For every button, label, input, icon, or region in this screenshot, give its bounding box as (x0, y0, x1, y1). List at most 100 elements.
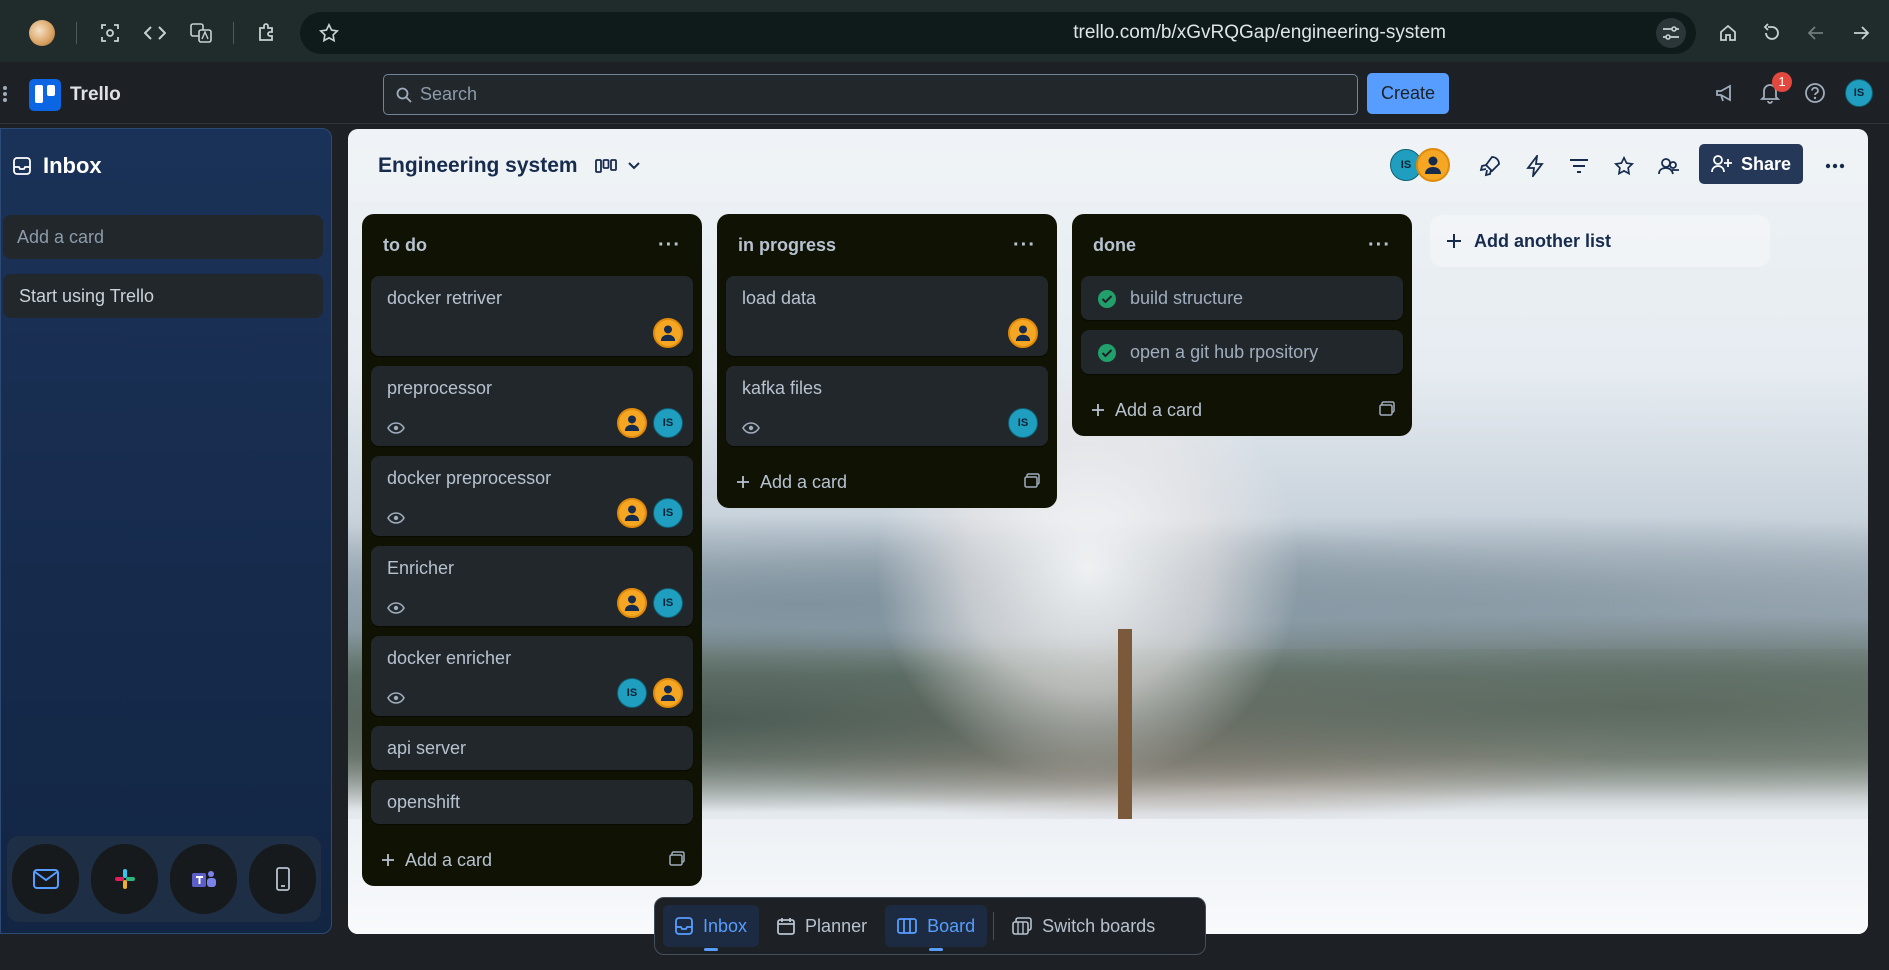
add-card-button[interactable]: Add a card (371, 834, 693, 886)
card[interactable]: docker enricher IS (371, 636, 693, 716)
board-members[interactable]: IS (1390, 148, 1450, 182)
code-icon[interactable] (139, 17, 171, 49)
address-bar[interactable]: trello.com/b/xGvRQGap/engineering-system (300, 12, 1696, 54)
mobile-app-button[interactable] (249, 844, 316, 914)
card-members: IS (617, 498, 683, 528)
switch-boards-button[interactable]: Switch boards (1000, 905, 1167, 947)
list-menu-icon[interactable]: ··· (1013, 234, 1036, 257)
calendar-icon (777, 918, 795, 935)
board-view-switcher[interactable] (588, 151, 648, 181)
card[interactable]: build structure (1081, 276, 1403, 320)
chevron-down-icon (628, 162, 640, 170)
list-in-progress: in progress ··· load data kafka files IS… (717, 214, 1057, 508)
person-icon (617, 588, 647, 618)
list-title[interactable]: in progress (738, 235, 836, 256)
add-card-button[interactable]: Add a card (726, 456, 1048, 508)
person-icon (1008, 318, 1038, 348)
forward-icon[interactable] (1845, 17, 1877, 49)
card-title: load data (742, 288, 817, 308)
url-text[interactable]: trello.com/b/xGvRQGap/engineering-system (1073, 22, 1446, 44)
reload-icon[interactable] (1756, 17, 1788, 49)
card[interactable]: preprocessor IS (371, 366, 693, 446)
search-icon (396, 87, 412, 103)
list-title[interactable]: done (1093, 235, 1136, 256)
card[interactable]: open a git hub rpository (1081, 330, 1403, 374)
checkmark-icon[interactable] (1097, 289, 1117, 309)
template-icon[interactable] (1024, 473, 1040, 489)
list-done: done ··· build structure open a git hub … (1072, 214, 1412, 436)
email-app-button[interactable] (12, 844, 79, 914)
list-menu-icon[interactable]: ··· (658, 234, 681, 257)
bar-divider (993, 912, 995, 940)
create-button[interactable]: Create (1367, 73, 1449, 114)
add-list-button[interactable]: Add another list (1430, 215, 1770, 267)
back-icon[interactable] (1800, 17, 1832, 49)
avatar: IS (1008, 408, 1038, 438)
home-icon[interactable] (1712, 17, 1744, 49)
screenshot-icon[interactable] (94, 17, 126, 49)
card[interactable]: Enricher IS (371, 546, 693, 626)
card-title: api server (387, 738, 467, 758)
board-title[interactable]: Engineering system (378, 154, 578, 178)
board-canvas: Engineering system IS Share to do ··· do… (348, 129, 1868, 934)
app-name: Trello (70, 84, 121, 105)
notification-badge: 1 (1772, 72, 1792, 92)
list-header[interactable]: to do ··· (371, 214, 693, 276)
board-header: Engineering system IS Share (348, 129, 1868, 201)
list-menu-icon[interactable]: ··· (1368, 234, 1391, 257)
star-board-icon[interactable] (1609, 151, 1639, 181)
toolbar-divider (76, 22, 77, 44)
card[interactable]: kafka files IS (726, 366, 1048, 446)
card[interactable]: api server (371, 726, 693, 770)
extensions-icon[interactable] (251, 17, 283, 49)
app-switcher-icon[interactable] (2, 84, 10, 104)
add-card-button[interactable]: Add a card (1081, 384, 1403, 436)
switch-boards-icon (1012, 917, 1032, 935)
search-box[interactable] (383, 74, 1358, 115)
visibility-icon[interactable] (1654, 151, 1684, 181)
translate-icon[interactable] (185, 17, 217, 49)
share-button[interactable]: Share (1699, 144, 1803, 184)
help-icon[interactable] (1800, 78, 1830, 108)
power-ups-icon[interactable] (1475, 151, 1505, 181)
card[interactable]: docker preprocessor IS (371, 456, 693, 536)
trello-logo[interactable]: Trello (29, 79, 121, 111)
nav-board-button[interactable]: Board (885, 905, 988, 951)
add-list-label: Add another list (1474, 230, 1612, 251)
template-icon[interactable] (1379, 401, 1395, 417)
card[interactable]: openshift (371, 780, 693, 824)
inbox-add-card-input[interactable]: Add a card (3, 215, 323, 259)
card-title: Enricher (387, 558, 455, 578)
teams-app-button[interactable] (170, 844, 237, 914)
board-menu-icon[interactable] (1820, 151, 1850, 181)
card[interactable]: docker retriver (371, 276, 693, 356)
card-title: docker enricher (387, 648, 512, 668)
star-icon[interactable] (318, 22, 340, 44)
search-input[interactable] (420, 84, 1320, 105)
list-header[interactable]: done ··· (1081, 214, 1403, 276)
plus-icon (1447, 234, 1461, 248)
automation-icon[interactable] (1520, 151, 1550, 181)
filter-icon[interactable] (1564, 151, 1594, 181)
megaphone-icon[interactable] (1710, 78, 1740, 108)
view-switcher-bar: Inbox Planner Board Switch boards (654, 897, 1206, 955)
profile-icon[interactable] (26, 17, 58, 49)
site-settings-icon[interactable] (1656, 18, 1686, 48)
card-title: kafka files (742, 378, 823, 398)
account-avatar[interactable]: IS (1845, 79, 1873, 107)
checkmark-icon[interactable] (1097, 343, 1117, 363)
watch-icon (387, 512, 405, 524)
inbox-card[interactable]: Start using Trello (3, 274, 323, 318)
nav-inbox-button[interactable]: Inbox (663, 905, 760, 951)
list-header[interactable]: in progress ··· (726, 214, 1048, 276)
card[interactable]: load data (726, 276, 1048, 356)
switch-boards-label: Switch boards (1042, 915, 1156, 936)
slack-app-button[interactable] (91, 844, 158, 914)
browser-toolbar: trello.com/b/xGvRQGap/engineering-system (0, 0, 1889, 62)
template-icon[interactable] (669, 851, 685, 867)
watch-icon (387, 692, 405, 704)
card-members (653, 318, 683, 348)
nav-planner-button[interactable]: Planner (765, 905, 879, 947)
card-members: IS (617, 678, 683, 708)
list-title[interactable]: to do (383, 235, 427, 256)
